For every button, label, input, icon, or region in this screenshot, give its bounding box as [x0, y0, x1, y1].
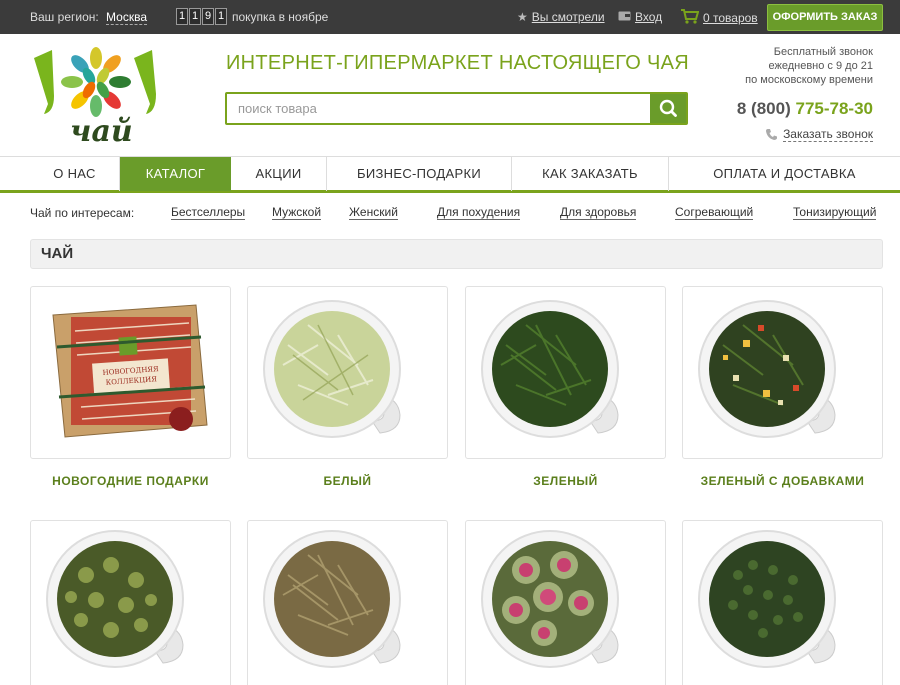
product-title[interactable]: БЕЛЫЙ — [235, 474, 460, 488]
top-bar: Ваш регион: Москва 1 1 9 1 покупка в ноя… — [0, 0, 900, 34]
free-call-text: Бесплатный звонок — [773, 46, 873, 58]
green-tea-cup-image — [481, 300, 619, 438]
timezone-text: по московскому времени — [745, 74, 873, 86]
search-icon — [659, 99, 677, 117]
product-card-needle-tea[interactable] — [247, 520, 448, 685]
product-card-oolong[interactable] — [682, 520, 883, 685]
hours-text: ежедневно с 9 до 21 — [768, 60, 874, 72]
nav-about[interactable]: О НАС — [0, 157, 120, 191]
counter-digit: 9 — [202, 8, 214, 25]
nav-business-gifts[interactable]: БИЗНЕС-ПОДАРКИ — [327, 157, 512, 191]
contact-info: Бесплатный звонок ежедневно с 9 до 21 по… — [745, 45, 873, 87]
main-nav: О НАС КАТАЛОГ АКЦИИ БИЗНЕС-ПОДАРКИ КАК З… — [0, 156, 900, 193]
cart-label[interactable]: 0 товаров — [703, 11, 758, 25]
phone-icon — [766, 129, 778, 140]
interest-link-womens[interactable]: Женский — [349, 206, 398, 220]
interest-link-mens[interactable]: Мужской — [272, 206, 322, 220]
region-selector[interactable]: Ваш регион: Москва — [30, 10, 148, 25]
cart-icon — [680, 8, 700, 27]
interest-link-warming[interactable]: Согревающий — [675, 206, 754, 220]
interest-link-weight-loss[interactable]: Для похудения — [437, 206, 521, 220]
product-card-green-additives[interactable] — [682, 286, 883, 459]
counter-digit: 1 — [176, 8, 188, 25]
nav-promotions[interactable]: АКЦИИ — [231, 157, 327, 191]
search-button[interactable] — [650, 94, 686, 123]
phone-main: 775-78-30 — [795, 99, 873, 118]
green-tea-additives-cup-image — [698, 300, 836, 438]
jasmine-pearls-cup-image — [46, 530, 184, 668]
counter-digit: 1 — [215, 8, 227, 25]
search-input[interactable] — [227, 94, 651, 123]
callback-label[interactable]: Заказать звонок — [783, 127, 873, 142]
interest-link-tonic[interactable]: Тонизирующий — [793, 206, 877, 220]
cart-link[interactable]: 0 товаров — [680, 8, 758, 27]
site-logo[interactable]: чай — [30, 44, 165, 149]
phone-number: 8 (800) 775-78-30 — [737, 99, 873, 119]
nav-catalog[interactable]: КАТАЛОГ — [120, 157, 231, 191]
wallet-icon — [618, 10, 631, 24]
purchase-counter: 1 1 9 1 покупка в ноябре — [176, 8, 328, 25]
login-label[interactable]: Вход — [635, 10, 662, 24]
product-title[interactable]: ЗЕЛЕНЫЙ С ДОБАВКАМИ — [670, 474, 895, 488]
counter-digit: 1 — [189, 8, 201, 25]
star-icon: ★ — [517, 10, 528, 24]
oolong-cup-image — [698, 530, 836, 668]
gift-box-image: НОВОГОДНЯЯ КОЛЛЕКЦИЯ — [52, 304, 208, 438]
site-slogan: ИНТЕРНЕТ-ГИПЕРМАРКЕТ НАСТОЯЩЕГО ЧАЯ — [226, 52, 690, 74]
nav-how-to-order[interactable]: КАК ЗАКАЗАТЬ — [512, 157, 669, 191]
viewed-label[interactable]: Вы смотрели — [532, 10, 605, 24]
nav-payment-delivery[interactable]: ОПЛАТА И ДОСТАВКА — [669, 157, 900, 191]
callback-link[interactable]: Заказать звонок — [765, 127, 873, 142]
section-title: ЧАЙ — [30, 239, 883, 269]
phone-prefix: 8 (800) — [736, 99, 791, 118]
counter-text: покупка в ноябре — [232, 9, 329, 24]
interest-link-health[interactable]: Для здоровья — [560, 206, 637, 220]
product-card-flowering[interactable] — [465, 520, 666, 685]
product-title[interactable]: ЗЕЛЕНЫЙ — [453, 474, 678, 488]
product-card-white[interactable] — [247, 286, 448, 459]
region-label: Ваш регион: — [30, 10, 99, 24]
viewed-link[interactable]: ★ Вы смотрели — [517, 10, 605, 24]
product-card-green[interactable] — [465, 286, 666, 459]
product-card-jasmine-pearls[interactable] — [30, 520, 231, 685]
login-link[interactable]: Вход — [618, 10, 662, 24]
search-bar — [225, 92, 688, 125]
region-city-link[interactable]: Москва — [106, 10, 148, 25]
product-card-gifts[interactable]: НОВОГОДНЯЯ КОЛЛЕКЦИЯ — [30, 286, 231, 459]
needle-tea-cup-image — [263, 530, 401, 668]
logo-graphic — [34, 47, 156, 117]
checkout-button[interactable]: ОФОРМИТЬ ЗАКАЗ — [767, 4, 883, 31]
interest-link-bestsellers[interactable]: Бестселлеры — [171, 206, 246, 220]
interests-label: Чай по интересам: — [30, 206, 135, 220]
white-tea-cup-image — [263, 300, 401, 438]
flowering-tea-cup-image — [481, 530, 619, 668]
logo-text: чай — [70, 114, 133, 149]
product-title[interactable]: НОВОГОДНИЕ ПОДАРКИ — [18, 474, 243, 488]
